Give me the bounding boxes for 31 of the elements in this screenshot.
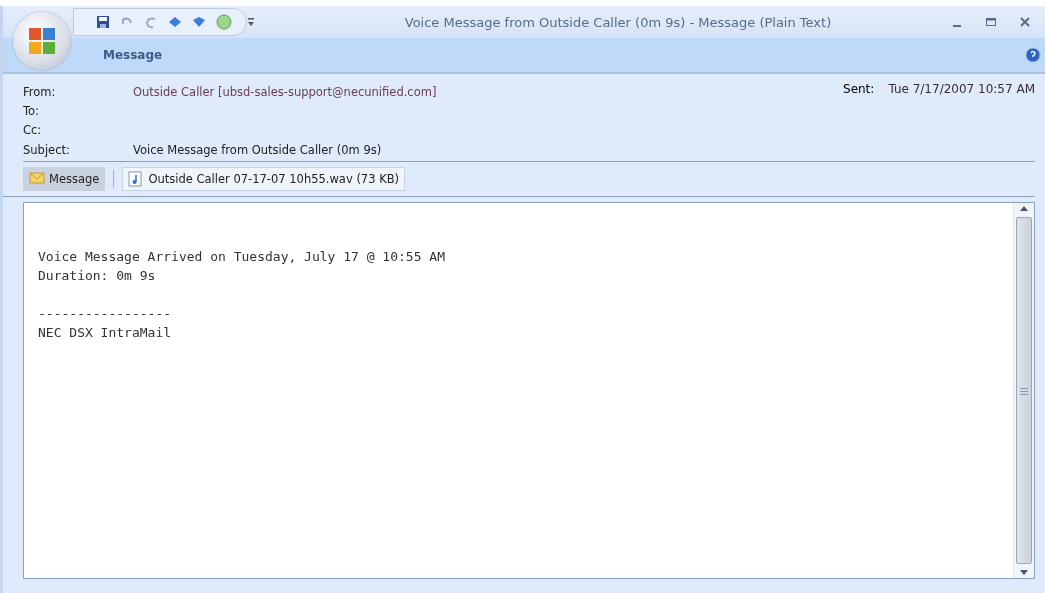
save-icon[interactable]	[96, 15, 110, 29]
down-arrow-icon[interactable]	[192, 16, 206, 28]
office-logo-icon	[27, 26, 57, 56]
body-text-line: -----------------	[38, 305, 173, 323]
field-label: From:	[23, 84, 57, 99]
message-button[interactable]: Message	[23, 167, 106, 191]
audio-file-icon	[128, 171, 145, 187]
scrollbar[interactable]	[1013, 203, 1034, 578]
field-value: Outside Caller [ubsd-sales-support@necunified.com]	[133, 84, 437, 99]
sent-label: Sent:	[843, 82, 875, 96]
field-label: To:	[23, 103, 40, 118]
office-button[interactable]	[13, 12, 71, 70]
body-text-line: Duration: 0m 9s	[38, 267, 157, 285]
scroll-thumb[interactable]	[1016, 217, 1032, 564]
attachment-button[interactable]: Outside Caller 07-17-07 10h55.wav (73 KB)	[122, 167, 406, 191]
grip-icon	[1020, 386, 1028, 395]
body-text-line: Voice Message Arrived on Tuesday, July 17 @ 10:55 AM	[38, 248, 446, 266]
circle-icon[interactable]	[216, 14, 232, 30]
ribbon-tab[interactable]: Message	[93, 44, 173, 66]
field-value: Voice Message from Outside Caller (0m 9s)	[133, 143, 382, 157]
body-text-line: NEC DSX IntraMail	[38, 324, 173, 342]
field-label: Cc:	[23, 122, 43, 137]
field-label: Subject:	[23, 143, 71, 157]
sent-value: Tue 7/17/2007 10:57 AM	[888, 82, 1035, 96]
close-icon[interactable]	[1019, 16, 1031, 28]
envelope-icon	[29, 171, 45, 187]
up-arrow-icon[interactable]	[168, 16, 182, 28]
maximize-icon[interactable]	[985, 16, 997, 28]
help-icon[interactable]	[1025, 47, 1041, 63]
window-title: Voice Message from Outside Caller (0m 9s) - Message (Plain Text)	[403, 14, 833, 30]
customize-icon[interactable]	[247, 17, 255, 27]
